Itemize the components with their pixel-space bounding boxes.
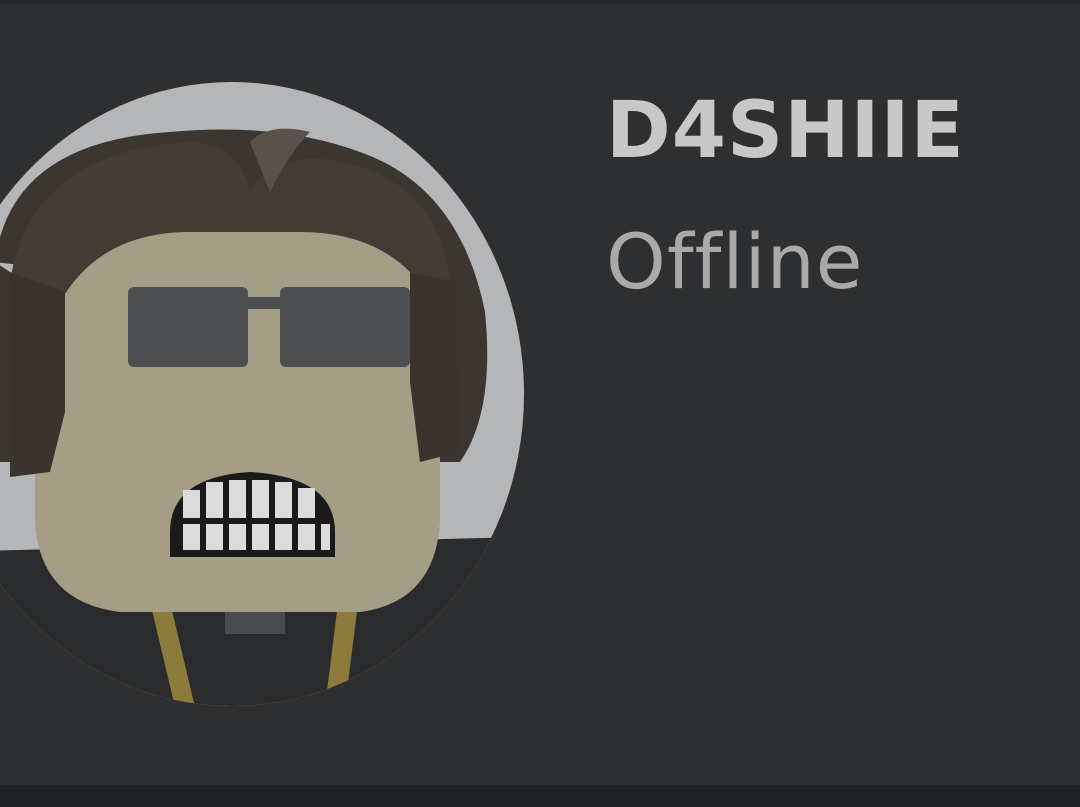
avatar-headshot-icon xyxy=(0,82,524,706)
bottom-divider xyxy=(0,785,1080,807)
avatar[interactable] xyxy=(0,82,524,707)
username[interactable]: D4SHIIE xyxy=(606,92,965,170)
top-divider xyxy=(0,0,1080,4)
profile-card: D4SHIIE Offline xyxy=(0,0,1080,807)
presence-status: Offline xyxy=(606,217,864,306)
